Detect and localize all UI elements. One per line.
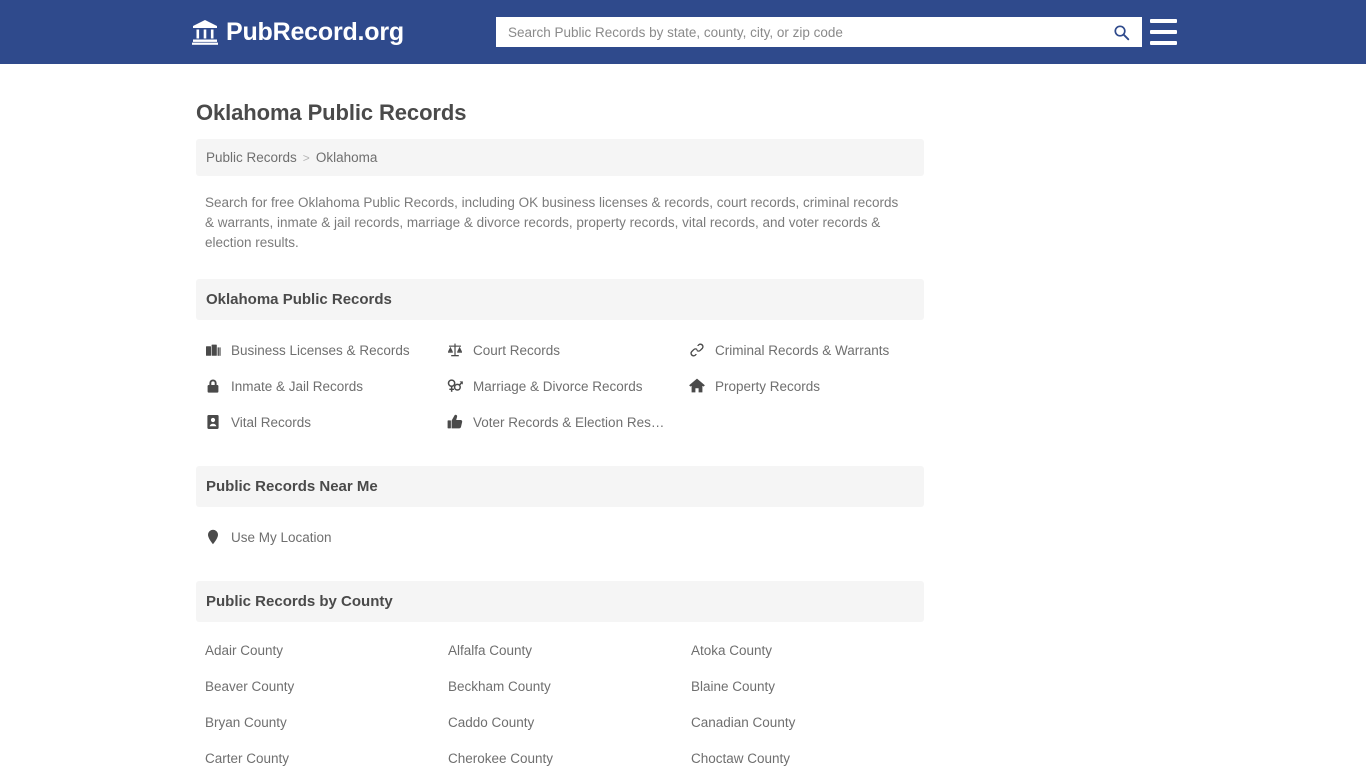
site-header: PubRecord.org [0,0,1366,64]
page-title: Oklahoma Public Records [196,100,467,125]
county-link[interactable]: Atoka County [691,632,933,668]
lock-icon [205,378,221,394]
section-heading-public-records-by-county: Public Records by County [196,581,924,622]
county-link[interactable]: Cherokee County [448,740,691,768]
site-logo-text: PubRecord.org [226,17,404,46]
county-link[interactable]: Choctaw County [691,740,933,768]
main-content: Oklahoma Public Records Public Records >… [196,64,924,768]
page-intro-text: Search for free Oklahoma Public Records,… [205,195,899,250]
record-link-label: Voter Records & Election Res… [473,414,665,430]
county-link[interactable]: Carter County [205,740,448,768]
breadcrumb: Public Records > Oklahoma [196,139,924,176]
record-link-property-records[interactable]: Property Records [689,368,933,404]
near-me-link-list: Use My Location [196,519,924,555]
section-heading-public-records-near-me: Public Records Near Me [196,466,924,507]
county-link[interactable]: Beaver County [205,668,448,704]
county-link[interactable]: Bryan County [205,704,448,740]
county-link[interactable]: Adair County [205,632,448,668]
record-link-label: Vital Records [231,414,312,430]
record-link-label: Marriage & Divorce Records [473,378,643,394]
search-input[interactable] [496,17,1100,47]
hamburger-menu-icon [1150,30,1177,34]
venus-mars-icon [447,378,463,394]
record-link-label: Inmate & Jail Records [231,378,364,394]
county-link-grid: Adair County Alfalfa County Atoka County… [196,632,924,768]
hamburger-menu-icon [1150,41,1177,45]
hamburger-menu-icon [1150,19,1177,23]
county-link[interactable]: Alfalfa County [448,632,691,668]
section-heading-oklahoma-public-records: Oklahoma Public Records [196,279,924,320]
address-card-icon [205,414,221,430]
search-bar [496,17,1142,47]
record-link-label: Court Records [473,342,561,358]
search-submit-button[interactable] [1100,17,1142,47]
hamburger-menu-button[interactable] [1150,19,1177,45]
site-logo-link[interactable]: PubRecord.org [192,0,404,64]
record-link-marriage-divorce-records[interactable]: Marriage & Divorce Records [447,368,689,404]
breadcrumb-current-oklahoma: Oklahoma [315,150,378,165]
thumbs-up-icon [447,414,463,430]
county-link[interactable]: Caddo County [448,704,691,740]
near-me-link-use-my-location[interactable]: Use My Location [205,519,924,555]
record-link-criminal-records[interactable]: Criminal Records & Warrants [689,332,933,368]
briefcase-icon [205,342,221,358]
record-link-vital-records[interactable]: Vital Records [205,404,447,440]
search-icon [1113,24,1130,41]
record-link-court-records[interactable]: Court Records [447,332,689,368]
home-icon [689,378,705,394]
handcuffs-icon [689,342,705,358]
record-link-label: Business Licenses & Records [231,342,410,358]
county-link[interactable]: Canadian County [691,704,933,740]
bank-icon [192,19,218,45]
county-link[interactable]: Beckham County [448,668,691,704]
record-link-label: Property Records [715,378,821,394]
record-link-voter-records[interactable]: Voter Records & Election Res… [447,404,689,440]
map-marker-icon [205,529,221,545]
records-link-grid: Business Licenses & Records Court Record… [196,332,924,440]
record-link-business-licenses[interactable]: Business Licenses & Records [205,332,447,368]
record-link-inmate-jail-records[interactable]: Inmate & Jail Records [205,368,447,404]
breadcrumb-separator: > [302,150,310,165]
near-me-link-label: Use My Location [231,529,332,545]
balance-scale-icon [447,342,463,358]
record-link-label: Criminal Records & Warrants [715,342,890,358]
breadcrumb-link-public-records[interactable]: Public Records [206,150,297,165]
county-link[interactable]: Blaine County [691,668,933,704]
